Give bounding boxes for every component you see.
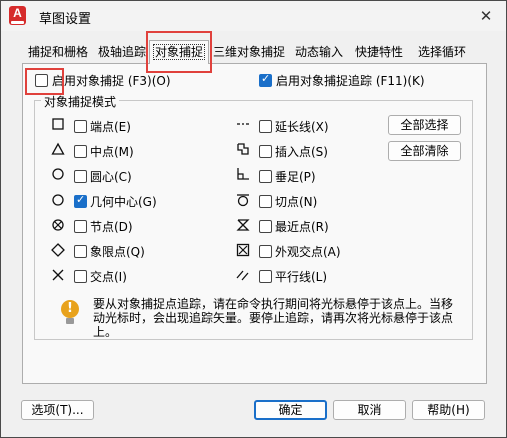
sketch-settings-dialog: A 草图设置 ✕ 捕捉和栅格 极轴追踪 对象捕捉 三维对象捕捉 动态输入 快捷特… — [0, 0, 507, 438]
autocad-app-icon: A — [9, 6, 26, 25]
midpoint-checkbox[interactable] — [74, 145, 87, 158]
window-title: 草图设置 — [39, 12, 92, 27]
center-icon — [50, 167, 66, 183]
insertion-icon — [235, 142, 251, 158]
geometric-center-icon — [50, 193, 66, 209]
tangent-icon — [235, 193, 251, 209]
nearest-label[interactable]: 最近点(R) — [275, 218, 329, 235]
extension-label[interactable]: 延长线(X) — [275, 118, 329, 135]
node-label[interactable]: 节点(D) — [90, 218, 133, 235]
parallel-icon — [235, 268, 251, 284]
node-icon — [50, 218, 66, 234]
tab-quick-properties[interactable]: 快捷特性 — [349, 43, 409, 63]
extension-checkbox[interactable] — [259, 120, 272, 133]
intersection-icon — [50, 268, 66, 284]
tab-selection-cycling[interactable]: 选择循环 — [409, 43, 475, 63]
info-bulb-icon: ! — [61, 300, 79, 324]
insertion-checkbox[interactable] — [259, 145, 272, 158]
ok-button[interactable]: 确定 — [254, 400, 327, 420]
midpoint-icon — [50, 142, 66, 158]
apparent-intersection-label[interactable]: 外观交点(A) — [275, 243, 341, 260]
perpendicular-checkbox[interactable] — [259, 170, 272, 183]
midpoint-label[interactable]: 中点(M) — [90, 143, 134, 160]
node-checkbox[interactable] — [74, 220, 87, 233]
geometric-center-checkbox[interactable] — [74, 193, 87, 208]
parallel-label[interactable]: 平行线(L) — [275, 268, 327, 285]
nearest-icon — [235, 218, 251, 234]
extension-icon — [235, 117, 251, 133]
center-label[interactable]: 圆心(C) — [90, 168, 132, 185]
insertion-label[interactable]: 插入点(S) — [275, 143, 328, 160]
tab-dynamic-input[interactable]: 动态输入 — [289, 43, 349, 63]
highlight-box-tab — [146, 31, 212, 73]
center-checkbox[interactable] — [74, 170, 87, 183]
quadrant-checkbox[interactable] — [74, 245, 87, 258]
highlight-box-checkbox — [25, 68, 64, 95]
clear-all-button[interactable]: 全部清除 — [388, 141, 461, 161]
help-button[interactable]: 帮助(H) — [412, 400, 485, 420]
osnap-on-label[interactable]: 启用对象捕捉 (F3)(O) — [52, 72, 171, 89]
nearest-checkbox[interactable] — [259, 220, 272, 233]
title-bar: A 草图设置 ✕ — [1, 1, 506, 31]
endpoint-label[interactable]: 端点(E) — [90, 118, 131, 135]
quadrant-icon — [50, 243, 66, 259]
endpoint-checkbox[interactable] — [74, 120, 87, 133]
tab-3d-object-snap[interactable]: 三维对象捕捉 — [209, 43, 289, 63]
intersection-checkbox[interactable] — [74, 270, 87, 283]
tangent-label[interactable]: 切点(N) — [275, 193, 317, 210]
otrack-on-label[interactable]: 启用对象捕捉追踪 (F11)(K) — [276, 72, 425, 89]
apparent-intersection-checkbox[interactable] — [259, 245, 272, 258]
otrack-on-checkbox[interactable] — [259, 72, 272, 87]
perpendicular-label[interactable]: 垂足(P) — [275, 168, 316, 185]
endpoint-icon — [50, 117, 66, 133]
tangent-checkbox[interactable] — [259, 195, 272, 208]
select-all-button[interactable]: 全部选择 — [388, 115, 461, 135]
cancel-button[interactable]: 取消 — [333, 400, 406, 420]
tracking-note: 要从对象捕捉点追踪，请在命令执行期间将光标悬停于该点上。当移动光标时，会出现追踪… — [93, 297, 454, 339]
options-button[interactable]: 选项(T)... — [21, 400, 94, 420]
intersection-label[interactable]: 交点(I) — [90, 268, 127, 285]
geometric-center-label[interactable]: 几何中心(G) — [90, 193, 157, 210]
tab-snap-grid[interactable]: 捕捉和栅格 — [21, 43, 95, 63]
perpendicular-icon — [235, 167, 251, 183]
group-title: 对象捕捉模式 — [41, 93, 120, 110]
apparent-intersection-icon — [235, 243, 251, 259]
parallel-checkbox[interactable] — [259, 270, 272, 283]
close-icon[interactable]: ✕ — [471, 4, 501, 28]
quadrant-label[interactable]: 象限点(Q) — [90, 243, 145, 260]
tab-polar-tracking[interactable]: 极轴追踪 — [95, 43, 149, 63]
